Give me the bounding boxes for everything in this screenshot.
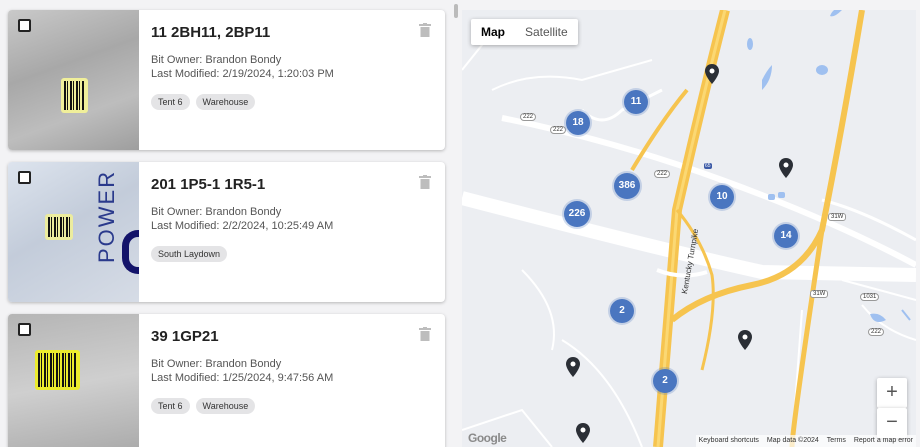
bit-owner: Bit Owner: Brandon Bondy [151,358,282,370]
select-checkbox[interactable] [18,323,31,336]
thumbnail-logo-shape [122,230,139,274]
bit-thumbnail[interactable] [8,314,139,447]
bit-list: 11 2BH11, 2BP11 Bit Owner: Brandon Bondy… [0,0,452,447]
app: 11 2BH11, 2BP11 Bit Owner: Brandon Bondy… [0,0,920,447]
tag-chip: Tent 6 [151,398,190,414]
google-logo: Google [468,431,507,445]
bit-title: 201 1P5-1 1R5-1 [151,176,266,193]
marker-cluster[interactable]: 11 [624,90,648,114]
tag-chip: South Laydown [151,246,228,262]
road-shield: 1031 [860,293,880,301]
keyboard-shortcuts-link[interactable]: Keyboard shortcuts [699,435,759,447]
bit-thumbnail[interactable]: POWER [8,162,139,302]
tag-chip: Warehouse [195,94,256,110]
road-shield: 222 [868,328,885,336]
trash-icon[interactable] [419,23,431,37]
last-modified: Last Modified: 2/2/2024, 10:25:49 AM [151,220,334,232]
map-type-control: Map Satellite [471,19,578,45]
map-type-map-button[interactable]: Map [471,19,515,45]
scrollbar-thumb[interactable] [454,4,458,18]
tag-list: Tent 6 Warehouse [151,398,256,414]
map-pin-icon[interactable] [566,357,580,377]
tag-list: South Laydown [151,246,228,262]
list-scrollbar[interactable] [452,0,458,447]
report-error-link[interactable]: Report a map error [854,435,913,447]
zoom-in-button[interactable]: + [877,378,907,408]
road-shield: 222 [654,170,671,178]
bit-card[interactable]: 11 2BH11, 2BP11 Bit Owner: Brandon Bondy… [8,10,445,150]
barcode-label [35,350,80,390]
tag-list: Tent 6 Warehouse [151,94,256,110]
bit-thumbnail[interactable] [8,10,139,150]
last-modified: Last Modified: 1/25/2024, 9:47:56 AM [151,372,334,384]
trash-icon[interactable] [419,175,431,189]
map-roads [462,10,916,447]
bit-owner: Bit Owner: Brandon Bondy [151,206,282,218]
marker-cluster[interactable]: 14 [774,224,798,248]
terms-link[interactable]: Terms [827,435,846,447]
bit-title: 11 2BH11, 2BP11 [151,24,271,41]
zoom-out-button[interactable]: − [877,408,907,438]
trash-icon[interactable] [419,327,431,341]
thumbnail-print-text: POWER [94,169,119,263]
map-attribution: Keyboard shortcuts Map data ©2024 Terms … [695,435,916,447]
map-pin-icon[interactable] [705,64,719,84]
road-shield: 31W [810,290,829,298]
map[interactable]: Kentucky Turnpike 222 222 222 222 31W 31… [462,10,916,447]
map-data-text: Map data ©2024 [766,437,819,444]
select-checkbox[interactable] [18,171,31,184]
marker-cluster[interactable]: 386 [614,173,640,199]
bit-owner: Bit Owner: Brandon Bondy [151,54,282,66]
select-checkbox[interactable] [18,19,31,32]
map-pin-icon[interactable] [576,423,590,443]
bit-title: 39 1GP21 [151,328,219,345]
tag-chip: Tent 6 [151,94,190,110]
road-shield: 222 [550,126,567,134]
marker-cluster[interactable]: 10 [710,185,734,209]
marker-cluster[interactable]: 2 [653,369,677,393]
bit-card[interactable]: 39 1GP21 Bit Owner: Brandon Bondy Last M… [8,314,445,447]
marker-cluster[interactable]: 18 [566,111,590,135]
map-pin-icon[interactable] [779,158,793,178]
map-type-satellite-button[interactable]: Satellite [515,19,578,45]
last-modified: Last Modified: 2/19/2024, 1:20:03 PM [151,68,334,80]
map-pin-icon[interactable] [738,330,752,350]
barcode-label [61,78,88,113]
interstate-shield: 65 [704,163,712,169]
road-shield: 31W [828,213,847,221]
tag-chip: Warehouse [195,398,256,414]
marker-cluster[interactable]: 226 [564,201,590,227]
bit-card[interactable]: POWER 201 1P5-1 1R5-1 Bit Owner: Brandon… [8,162,445,302]
barcode-label [45,214,73,240]
marker-cluster[interactable]: 2 [610,299,634,323]
road-shield: 222 [520,113,537,121]
